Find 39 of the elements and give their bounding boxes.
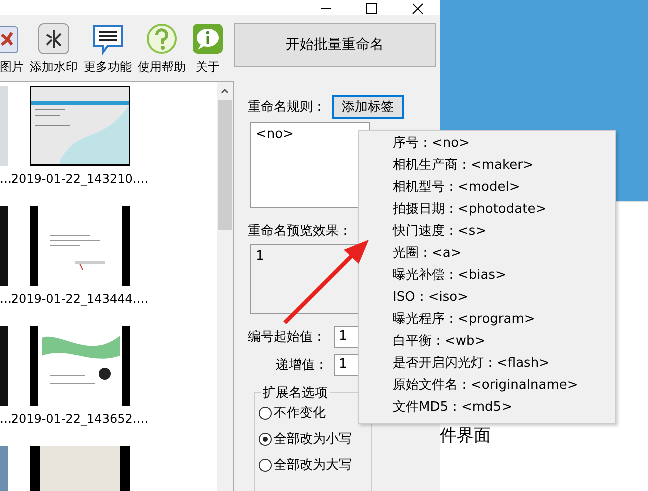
file-name: 2019-01-22_143444…. <box>11 292 149 306</box>
radio-button[interactable] <box>259 432 272 446</box>
toolbar-label[interactable]: 关于 <box>196 59 220 76</box>
toolbar-label[interactable]: 更多功能 <box>84 59 132 76</box>
start-value-label: 编号起始值： <box>248 329 327 346</box>
close-icon[interactable] <box>412 3 424 15</box>
thumbnail-image[interactable] <box>0 326 8 406</box>
thumbnail-image[interactable] <box>30 86 130 166</box>
picture-icon[interactable] <box>0 25 20 55</box>
group-title: 扩展名选项 <box>261 384 330 402</box>
info-icon[interactable] <box>192 23 224 55</box>
toolbar-label[interactable]: 使用帮助 <box>138 59 186 76</box>
radio-label[interactable]: 不作变化 <box>274 404 326 422</box>
chat-list-icon[interactable] <box>92 23 124 55</box>
toolbar-label[interactable]: 图片 <box>0 59 24 76</box>
scroll-up-icon[interactable] <box>221 88 229 94</box>
radio-label[interactable]: 全部改为大写 <box>274 456 352 474</box>
radio-label[interactable]: 全部改为小写 <box>274 430 352 448</box>
rename-rule-field[interactable]: <no> <box>250 122 370 208</box>
increment-label: 递增值： <box>275 357 328 374</box>
rename-rule-label: 重命名规则： <box>248 99 326 116</box>
menu-item[interactable]: 原始文件名：<originalname> <box>359 375 615 397</box>
menu-item[interactable]: 文件MD5：<md5> <box>359 397 615 419</box>
thumbnail-image[interactable] <box>0 206 8 286</box>
start-rename-button[interactable]: 开始批量重命名 <box>234 23 436 67</box>
scrollbar[interactable] <box>217 82 233 491</box>
maximize-icon[interactable] <box>366 3 378 15</box>
file-name: 2019-01-22_143210…. <box>11 172 149 186</box>
thumbnail-image[interactable] <box>0 86 8 166</box>
menu-item[interactable]: 快门速度：<s> <box>359 221 615 243</box>
radio-button[interactable] <box>259 458 272 472</box>
radio-button[interactable] <box>259 406 272 420</box>
toolbar-label[interactable]: 添加水印 <box>30 59 78 76</box>
preview-label: 重命名预览效果： <box>248 223 352 240</box>
watermark-icon[interactable] <box>38 23 70 55</box>
scrollbar-thumb[interactable] <box>218 100 232 230</box>
document-text: 件界面 <box>440 425 491 447</box>
file-name: 2019-01-22_143652…. <box>11 412 149 426</box>
add-tag-button[interactable]: 添加标签 <box>332 95 404 119</box>
